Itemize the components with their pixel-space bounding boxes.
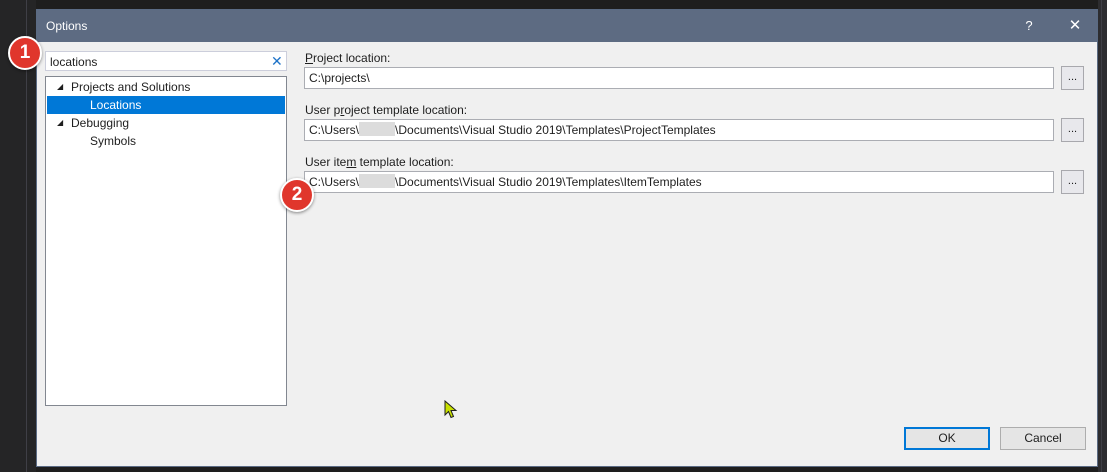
project-location-label: Project location: [305, 51, 391, 65]
user-item-template-browse-button[interactable]: ... [1061, 170, 1084, 194]
editor-background-right [1098, 0, 1107, 472]
expander-icon[interactable]: ◢ [57, 78, 63, 96]
options-tree: ◢ Projects and Solutions Locations ◢ Deb… [45, 76, 287, 406]
options-dialog: Options ? ✕ locations ✕ ◢ Projects and S… [36, 9, 1098, 467]
tree-item-projects-and-solutions[interactable]: ◢ Projects and Solutions [47, 78, 285, 96]
close-icon: ✕ [271, 53, 283, 69]
cancel-button[interactable]: Cancel [1000, 427, 1086, 450]
tree-item-label: Locations [90, 98, 142, 112]
search-input-value: locations [50, 55, 98, 69]
user-project-template-location-input[interactable]: C:\Users\ \Documents\Visual Studio 2019\T… [304, 119, 1054, 141]
user-project-template-location-label: User project template location: [305, 103, 468, 117]
tree-item-debugging[interactable]: ◢ Debugging [47, 114, 285, 132]
tree-item-symbols[interactable]: Symbols [47, 132, 285, 150]
tree-item-label: Symbols [90, 134, 137, 148]
redacted-username [359, 122, 396, 136]
dialog-titlebar: Options ? ✕ [37, 10, 1097, 42]
user-item-template-location-input[interactable]: C:\Users\ \Documents\Visual Studio 2019\T… [304, 171, 1054, 193]
access-key: P [305, 51, 314, 65]
help-button[interactable]: ? [1019, 16, 1039, 36]
tree-item-label: Projects and Solutions [71, 80, 191, 94]
step-badge-2: 2 [280, 178, 314, 212]
editor-divider [26, 0, 27, 472]
project-location-input[interactable]: C:\projects\ [304, 67, 1054, 89]
tree-item-label: Debugging [71, 116, 130, 130]
close-icon: ✕ [1068, 17, 1082, 34]
step-badge-1: 1 [8, 36, 42, 70]
mouse-cursor-icon [444, 400, 458, 419]
expander-icon[interactable]: ◢ [57, 114, 63, 132]
editor-divider-right [1101, 0, 1102, 472]
editor-background-left [0, 0, 36, 472]
ok-button[interactable]: OK [904, 427, 990, 450]
search-input[interactable]: locations ✕ [45, 51, 287, 71]
access-key: m [346, 155, 357, 169]
tree-item-locations[interactable]: Locations [47, 96, 285, 114]
project-location-browse-button[interactable]: ... [1061, 66, 1084, 90]
user-project-template-browse-button[interactable]: ... [1061, 118, 1084, 142]
redacted-username [359, 174, 396, 188]
user-item-template-location-label: User item template location: [305, 155, 454, 169]
clear-search-button[interactable]: ✕ [271, 53, 283, 69]
close-button[interactable]: ✕ [1063, 15, 1087, 37]
dialog-title: Options [46, 19, 88, 33]
